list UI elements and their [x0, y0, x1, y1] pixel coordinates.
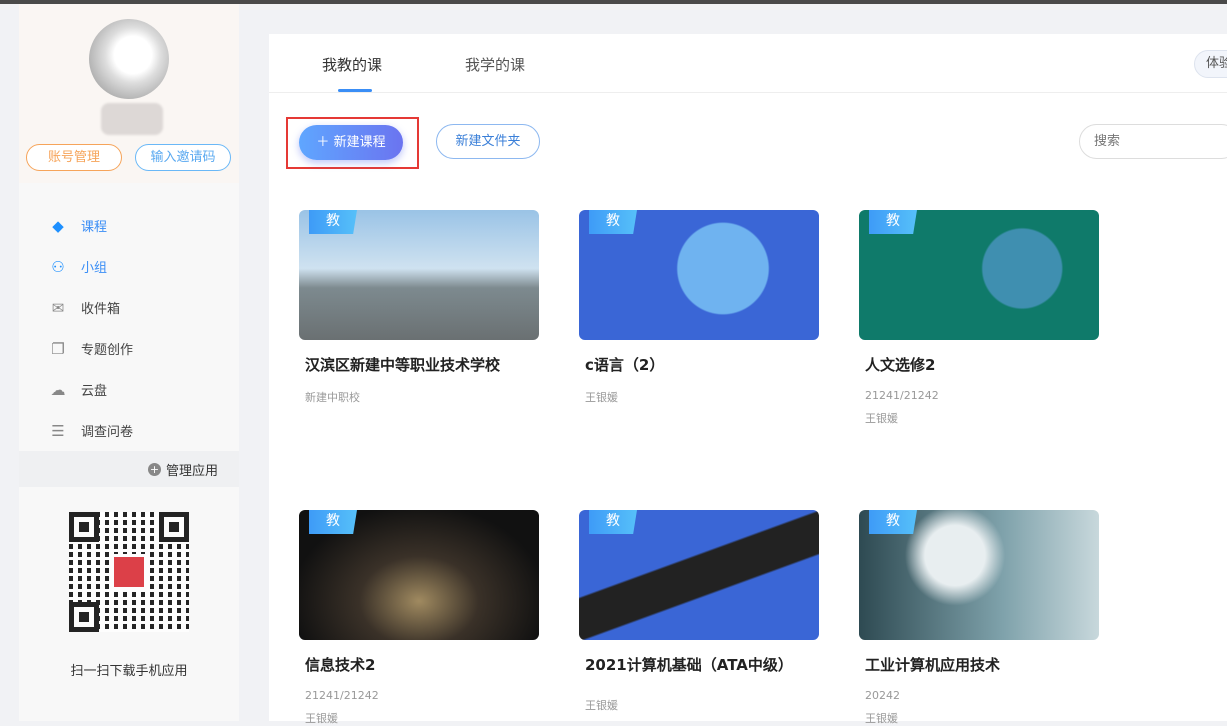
- teacher-badge: 教: [309, 510, 357, 534]
- sidebar-item-cloud[interactable]: ☁ 云盘: [19, 369, 239, 410]
- course-subtitle: 21241/21242: [305, 689, 379, 702]
- sidebar-item-label: 调查问卷: [81, 425, 134, 440]
- teacher-badge: 教: [589, 510, 637, 534]
- sidebar-item-survey[interactable]: ☰ 调查问卷: [19, 410, 239, 451]
- tabs: 我教的课 我学的课 体验: [269, 34, 1227, 93]
- course-title: 工业计算机应用技术: [865, 656, 1001, 674]
- sidebar-item-label: 课程: [81, 220, 108, 235]
- new-course-button[interactable]: ＋ 新建课程: [299, 125, 403, 160]
- sidebar-item-label: 收件箱: [81, 302, 121, 317]
- cloud-icon: ☁: [50, 380, 66, 399]
- course-card[interactable]: 教 c语言（2） 王银媛: [579, 210, 819, 405]
- course-subtitle: 王银媛: [585, 391, 618, 404]
- new-course-label: 新建课程: [333, 135, 386, 150]
- search-input[interactable]: [1079, 124, 1227, 159]
- course-subtitle: 20242: [865, 689, 900, 702]
- sidebar-item-course[interactable]: ◆ 课程: [19, 205, 239, 246]
- profile-area: 账号管理 输入邀请码: [19, 4, 239, 183]
- qr-finder: [159, 512, 189, 542]
- qr-finder: [69, 602, 99, 632]
- course-cover: 教: [579, 210, 819, 340]
- course-title: 信息技术2: [305, 656, 376, 674]
- course-cover: 教: [859, 210, 1099, 340]
- qr-caption: 扫一扫下载手机应用: [70, 664, 188, 679]
- qr-code: [69, 512, 189, 632]
- plus-icon: ＋: [316, 135, 334, 150]
- list-icon: ☰: [51, 421, 65, 440]
- sidebar: 账号管理 输入邀请码 ◆ 课程 ⚇ 小组 ✉ 收件箱 ❐ 专题创作 ☁ 云盘 ☰ 调查问卷 …: [19, 4, 239, 721]
- sidebar-nav: ◆ 课程 ⚇ 小组 ✉ 收件箱 ❐ 专题创作 ☁ 云盘 ☰ 调查问卷 + 管理应用: [19, 205, 239, 487]
- sidebar-item-label: 专题创作: [81, 343, 134, 358]
- teacher-badge: 教: [869, 510, 917, 534]
- course-card[interactable]: 教 信息技术2 21241/21242 王银媛: [299, 510, 539, 726]
- invite-code-button[interactable]: 输入邀请码: [135, 144, 231, 171]
- topic-icon: ❐: [51, 339, 65, 358]
- tab-learning[interactable]: 我学的课: [465, 54, 525, 75]
- sidebar-item-label: 小组: [81, 261, 108, 276]
- course-subtitle: 新建中职校: [305, 391, 360, 404]
- course-subtitle: 21241/21242: [865, 389, 939, 402]
- course-cover: 教: [859, 510, 1099, 640]
- manage-apps-label: 管理应用: [165, 463, 218, 479]
- inbox-icon: ✉: [51, 298, 65, 317]
- course-cover: 教: [299, 210, 539, 340]
- user-name-blurred: [101, 103, 163, 135]
- course-cover: 教: [579, 510, 819, 640]
- qr-finder: [69, 512, 99, 542]
- course-card[interactable]: 教 工业计算机应用技术 20242 王银媛: [859, 510, 1099, 726]
- course-title: 汉滨区新建中等职业技术学校: [305, 356, 501, 374]
- course-teacher: 王银媛: [865, 712, 898, 725]
- sidebar-item-inbox[interactable]: ✉ 收件箱: [19, 287, 239, 328]
- course-teacher: 王银媛: [865, 412, 898, 425]
- main-panel: 我教的课 我学的课 体验 ＋ 新建课程 新建文件夹 教 汉滨区新建中等职业技术学…: [269, 34, 1227, 725]
- sidebar-item-topic[interactable]: ❐ 专题创作: [19, 328, 239, 369]
- tab-teaching[interactable]: 我教的课: [322, 54, 382, 92]
- group-icon: ⚇: [51, 257, 65, 276]
- teacher-badge: 教: [309, 210, 357, 234]
- plus-icon: +: [147, 462, 161, 476]
- avatar[interactable]: [89, 19, 169, 99]
- course-card[interactable]: 教 2021计算机基础（ATA中级） 王银媛: [579, 510, 819, 713]
- course-card[interactable]: 教 人文选修2 21241/21242 王银媛: [859, 210, 1099, 426]
- app-logo-icon: [111, 554, 147, 590]
- course-card[interactable]: 教 汉滨区新建中等职业技术学校 新建中职校: [299, 210, 539, 405]
- course-title: 2021计算机基础（ATA中级）: [585, 656, 793, 674]
- course-cover: 教: [299, 510, 539, 640]
- sidebar-item-group[interactable]: ⚇ 小组: [19, 246, 239, 287]
- teacher-badge: 教: [589, 210, 637, 234]
- teacher-badge: 教: [869, 210, 917, 234]
- course-teacher: 王银媛: [305, 712, 338, 725]
- course-icon: ◆: [52, 216, 64, 235]
- manage-apps-button[interactable]: + 管理应用: [19, 451, 239, 487]
- try-button[interactable]: 体验: [1194, 50, 1227, 78]
- account-management-button[interactable]: 账号管理: [26, 144, 122, 171]
- course-title: 人文选修2: [865, 356, 936, 374]
- course-subtitle: 王银媛: [585, 699, 618, 712]
- course-title: c语言（2）: [585, 356, 665, 374]
- new-folder-button[interactable]: 新建文件夹: [436, 124, 540, 159]
- sidebar-item-label: 云盘: [81, 384, 108, 399]
